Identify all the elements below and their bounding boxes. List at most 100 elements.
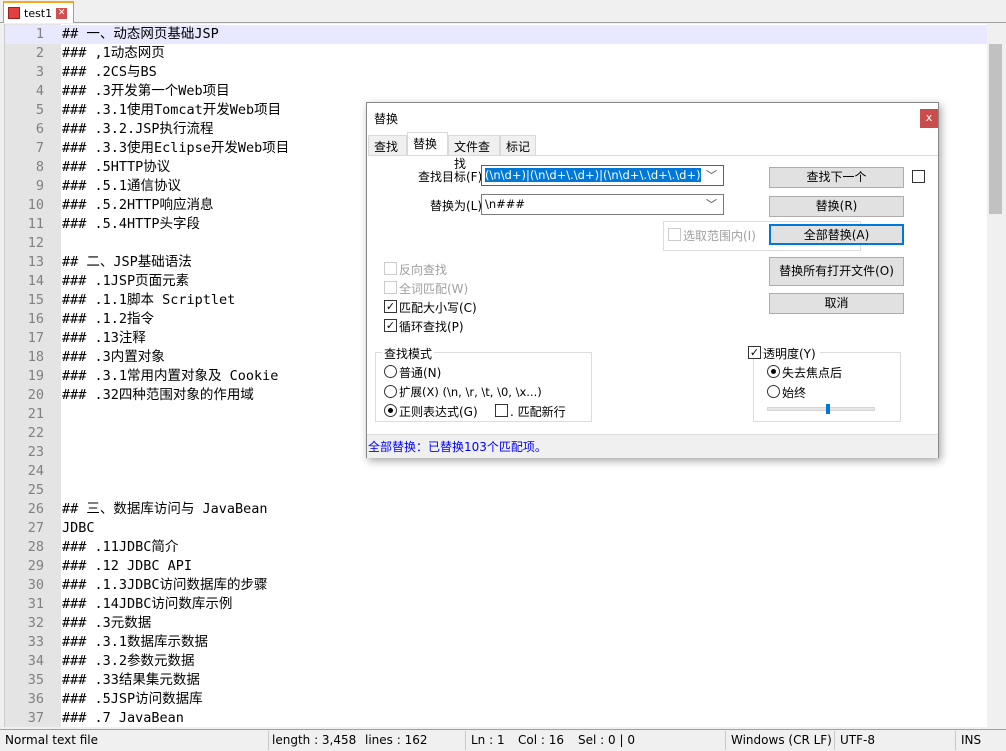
wrap-around-label: 循环查找(P) bbox=[399, 320, 464, 334]
line-text: ### .1.3JDBC访问数据库的步骤 bbox=[62, 577, 268, 593]
tab-find-in-files[interactable]: 文件查找 bbox=[448, 135, 500, 171]
line-text: ### .12 JDBC API bbox=[62, 558, 193, 574]
transparency-checkbox[interactable]: ✓ bbox=[748, 346, 761, 359]
status-col: Col : 16 bbox=[518, 733, 564, 747]
line-text: ### .3内置对象 bbox=[62, 349, 165, 365]
cancel-button[interactable]: 取消 bbox=[769, 293, 904, 314]
line-text: ### .3.3使用Eclipse开发Web项目 bbox=[62, 140, 290, 156]
dot-matches-newline-label: . 匹配新行 bbox=[510, 405, 566, 419]
line-text: ### .1.1脚本 Scriptlet bbox=[62, 292, 236, 308]
chevron-down-icon[interactable]: ﹀ bbox=[706, 167, 717, 183]
editor-line[interactable]: 36 ### .5JSP访问数据库 bbox=[5, 690, 987, 709]
mode-regex-radio[interactable] bbox=[384, 404, 397, 417]
in-selection-label: 选取范围内(I) bbox=[683, 229, 756, 243]
editor-line[interactable]: 31 ### .14JDBC访问数库示例 bbox=[5, 595, 987, 614]
editor-line[interactable]: 28 ### .11JDBC简介 bbox=[5, 538, 987, 557]
editor-line[interactable]: 35 ### .33结果集元数据 bbox=[5, 671, 987, 690]
line-number: 37 bbox=[27, 710, 44, 726]
find-input[interactable]: (\n\d+)|(\n\d+\.\d+)|(\n\d+\.\d+\.\d+) ﹀ bbox=[481, 165, 724, 186]
line-text: ### .33结果集元数据 bbox=[62, 672, 200, 688]
replace-all-open-files-button[interactable]: 替换所有打开文件(O) bbox=[769, 257, 904, 286]
tab-test1[interactable]: test1 ✕ bbox=[3, 1, 74, 23]
line-number: 12 bbox=[27, 235, 44, 251]
status-encoding: UTF-8 bbox=[840, 733, 875, 747]
whole-word-checkbox[interactable] bbox=[384, 281, 397, 294]
line-text: ### .7 JavaBean bbox=[62, 710, 184, 726]
tab-replace[interactable]: 替换 bbox=[407, 132, 448, 156]
find-label: 查找目标(F) : bbox=[418, 170, 491, 184]
editor-line[interactable]: 26 ## 三、数据库访问与 JavaBean bbox=[5, 500, 987, 519]
line-number: 11 bbox=[27, 216, 44, 232]
vertical-scrollbar[interactable] bbox=[987, 24, 1004, 727]
backward-label: 反向查找 bbox=[399, 263, 448, 277]
status-insert-mode: INS bbox=[961, 733, 982, 747]
editor-line[interactable]: 37 ### .7 JavaBean bbox=[5, 709, 987, 727]
line-text: ### .3开发第一个Web项目 bbox=[62, 83, 230, 99]
line-number: 32 bbox=[27, 615, 44, 631]
line-text: ### .2CS与BS bbox=[62, 64, 157, 80]
find-next-button[interactable]: 查找下一个 bbox=[769, 167, 904, 188]
editor-line[interactable]: 25 bbox=[5, 481, 987, 500]
line-number: 15 bbox=[27, 292, 44, 308]
status-length: length : 3,458 bbox=[272, 733, 357, 747]
line-text: ## 一、动态网页基础JSP bbox=[62, 26, 219, 42]
line-number: 9 bbox=[35, 178, 44, 194]
status-sel: Sel : 0 | 0 bbox=[578, 733, 635, 747]
always-radio[interactable] bbox=[767, 385, 780, 398]
editor-line[interactable]: 2 ### ,1动态网页 bbox=[5, 44, 987, 63]
editor-line[interactable]: 32 ### .3元数据 bbox=[5, 614, 987, 633]
on-lose-focus-radio[interactable] bbox=[767, 365, 780, 378]
mode-extended-radio[interactable] bbox=[384, 385, 397, 398]
line-number: 13 bbox=[27, 254, 44, 270]
line-text: ### ,1动态网页 bbox=[62, 45, 165, 61]
dot-matches-newline-checkbox[interactable] bbox=[495, 404, 508, 417]
find-next-option-checkbox[interactable] bbox=[912, 170, 925, 183]
line-number: 29 bbox=[27, 558, 44, 574]
tab-bar: test1 ✕ bbox=[0, 0, 1006, 23]
replace-input[interactable]: \n### ﹀ bbox=[481, 194, 724, 215]
editor-line[interactable]: 4 ### .3开发第一个Web项目 bbox=[5, 82, 987, 101]
editor-line[interactable]: 30 ### .1.3JDBC访问数据库的步骤 bbox=[5, 576, 987, 595]
editor-line[interactable]: 24 bbox=[5, 462, 987, 481]
wrap-around-checkbox[interactable]: ✓ bbox=[384, 319, 397, 332]
tab-mark[interactable]: 标记 bbox=[500, 135, 536, 155]
match-case-label: 匹配大小写(C) bbox=[399, 301, 477, 315]
line-number: 19 bbox=[27, 368, 44, 384]
line-text: ### .11JDBC简介 bbox=[62, 539, 179, 555]
scrollbar-thumb[interactable] bbox=[989, 44, 1002, 214]
line-text: ### .5.2HTTP响应消息 bbox=[62, 197, 214, 213]
line-text: ## 三、数据库访问与 JavaBean bbox=[62, 501, 268, 517]
line-text: ### .3.2.JSP执行流程 bbox=[62, 121, 214, 137]
line-text: ### .3.1常用内置对象及 Cookie bbox=[62, 368, 279, 384]
slider-thumb[interactable] bbox=[826, 404, 831, 414]
in-selection-checkbox[interactable] bbox=[668, 228, 681, 241]
editor-line[interactable]: 27 JDBC bbox=[5, 519, 987, 538]
line-text: ### .3.1数据库示数据 bbox=[62, 634, 209, 650]
status-eol: Windows (CR LF) bbox=[731, 733, 832, 747]
replace-button[interactable]: 替换(R) bbox=[769, 196, 904, 217]
line-number: 6 bbox=[35, 121, 44, 137]
line-text: ### .5.1通信协议 bbox=[62, 178, 182, 194]
transparency-slider[interactable] bbox=[767, 404, 875, 414]
editor-line[interactable]: 29 ### .12 JDBC API bbox=[5, 557, 987, 576]
line-number: 36 bbox=[27, 691, 44, 707]
close-dialog-button[interactable]: x bbox=[920, 109, 938, 128]
dialog-title: 替换 bbox=[374, 112, 399, 126]
replace-all-button[interactable]: 全部替换(A) bbox=[769, 224, 904, 245]
line-number: 16 bbox=[27, 311, 44, 327]
tab-find[interactable]: 查找 bbox=[368, 135, 407, 155]
mode-normal-radio[interactable] bbox=[384, 365, 397, 378]
match-case-checkbox[interactable]: ✓ bbox=[384, 300, 397, 313]
line-number: 25 bbox=[27, 482, 44, 498]
backward-checkbox[interactable] bbox=[384, 262, 397, 275]
on-lose-focus-label: 失去焦点后 bbox=[782, 366, 843, 380]
close-tab-icon[interactable]: ✕ bbox=[56, 7, 68, 19]
mode-extended-label: 扩展(X) (\n, \r, \t, \0, \x...) bbox=[399, 385, 542, 399]
line-number: 10 bbox=[27, 197, 44, 213]
editor-line[interactable]: 34 ### .3.2参数元数据 bbox=[5, 652, 987, 671]
editor-line[interactable]: 33 ### .3.1数据库示数据 bbox=[5, 633, 987, 652]
editor-line[interactable]: 1 ## 一、动态网页基础JSP bbox=[5, 25, 987, 44]
chevron-down-icon[interactable]: ﹀ bbox=[706, 196, 717, 212]
editor-line[interactable]: 3 ### .2CS与BS bbox=[5, 63, 987, 82]
line-number: 14 bbox=[27, 273, 44, 289]
